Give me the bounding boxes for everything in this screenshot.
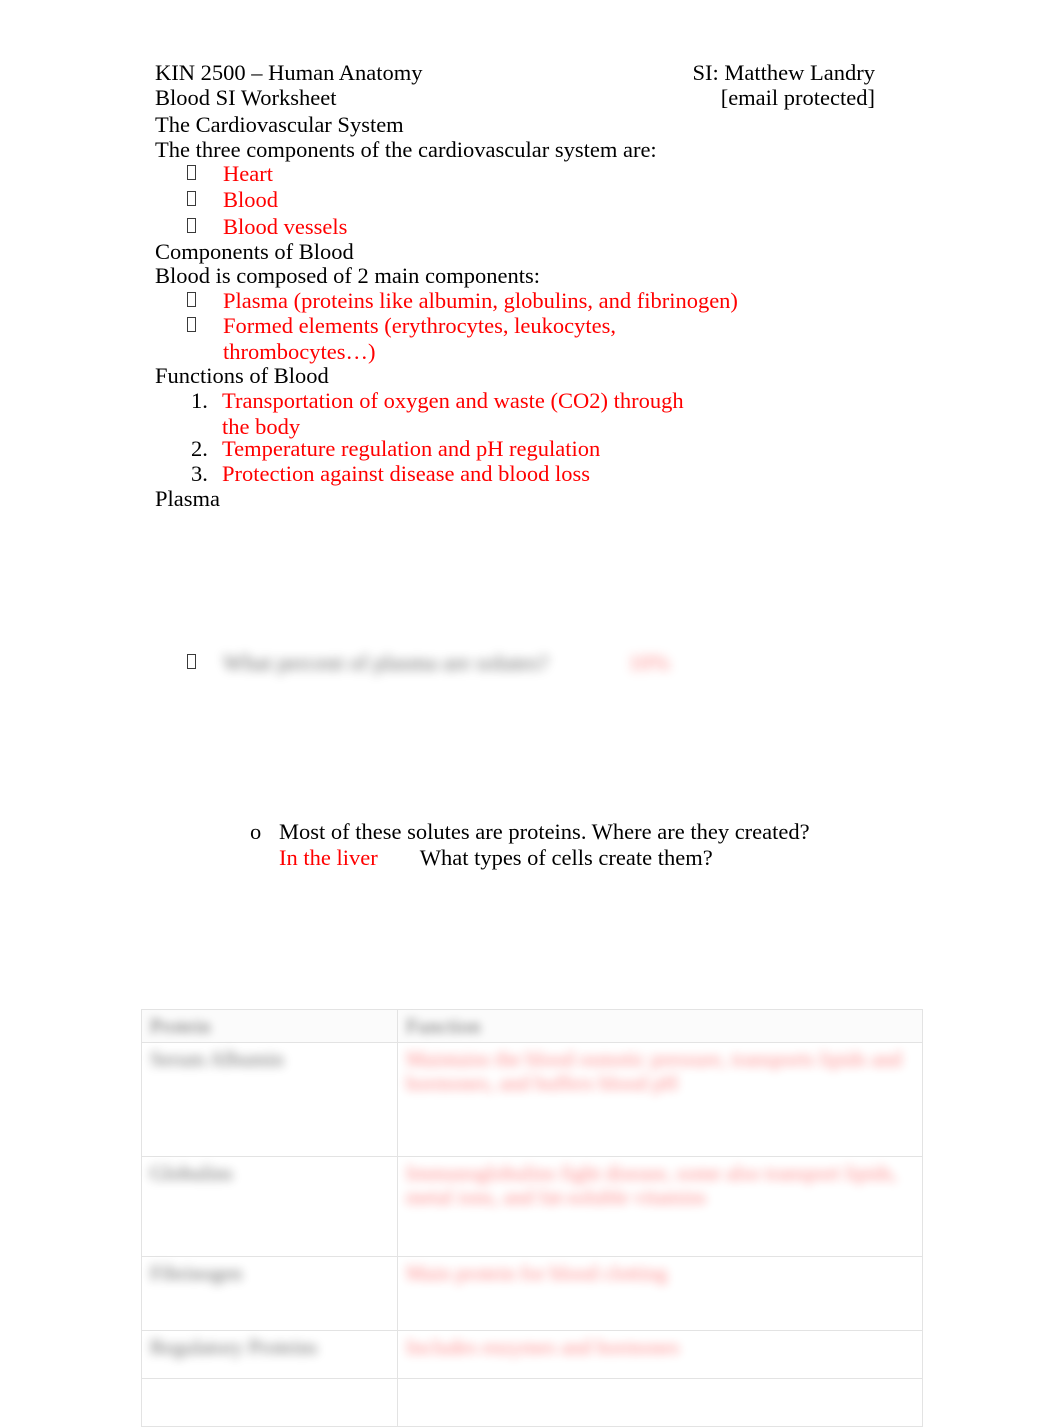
si-leader-name: SI: Matthew Landry (692, 60, 875, 85)
prompt-cardiovascular-components: The three components of the cardiovascul… (155, 137, 657, 162)
solutes-question: Most of these solutes are proteins. Wher… (279, 819, 839, 870)
protein-function: Main protein for blood clotting (406, 1261, 668, 1285)
answer-text: Blood (223, 187, 279, 212)
heading-plasma: Plasma (155, 486, 220, 511)
list-item: o Most of these solutes are proteins. Wh… (250, 819, 839, 870)
table-header-cell: Protein (141, 1009, 398, 1043)
list-item: Blood (187, 187, 278, 213)
header-row-2: Blood SI Worksheet [email protected] (155, 85, 875, 110)
protein-function: Maintains the blood osmotic pressure, tr… (406, 1047, 902, 1095)
table-cell-protein: Serum Albumin (141, 1042, 398, 1157)
missing-glyph-bullet-icon (187, 317, 196, 332)
table-row: Serum Albumin Maintains the blood osmoti… (141, 1042, 923, 1157)
redacted-question-line: What percent of plasma are solutes? 10% (187, 650, 670, 676)
protein-name: Fibrinogen (150, 1261, 243, 1285)
table-cell-protein: Fibrinogen (141, 1256, 398, 1331)
protein-name: Serum Albumin (150, 1047, 284, 1071)
column-header-function: Function (406, 1014, 481, 1038)
list-item: Heart (187, 161, 273, 187)
table-row (141, 1378, 923, 1427)
answer-text: Transportation of oxygen and waste (CO2)… (222, 388, 684, 439)
solutes-question-part2: What types of cells create them? (419, 844, 713, 870)
redacted-question-text: What percent of plasma are solutes? (223, 650, 549, 675)
list-item: 2. Temperature regulation and pH regulat… (191, 436, 600, 462)
protein-function: Includes enzymes and hormones (406, 1335, 680, 1359)
protein-name: Globulins (150, 1161, 233, 1185)
list-item: Plasma (proteins like albumin, globulins… (187, 288, 738, 314)
answer-text: Protection against disease and blood los… (222, 461, 591, 486)
table-cell-function: Immunoglobulins fight disease, some also… (397, 1156, 923, 1257)
header-row-1: KIN 2500 – Human Anatomy SI: Matthew Lan… (155, 60, 875, 85)
si-leader-email: [email protected] (720, 85, 875, 110)
table-row: Fibrinogen Main protein for blood clotti… (141, 1256, 923, 1331)
heading-functions-of-blood: Functions of Blood (155, 363, 329, 388)
list-item: Blood vessels (187, 214, 347, 240)
list-item: 3. Protection against disease and blood … (191, 461, 590, 487)
prompt-blood-components: Blood is composed of 2 main components: (155, 263, 540, 288)
answer-text: Plasma (proteins like albumin, globulins… (223, 288, 738, 313)
answer-text: Formed elements (erythrocytes, leukocyte… (223, 313, 617, 364)
table-header-cell: Function (397, 1009, 923, 1043)
missing-glyph-bullet-icon (187, 191, 196, 206)
missing-glyph-bullet-icon (187, 292, 196, 307)
list-marker: 2. (191, 436, 208, 461)
table-cell-function: Main protein for blood clotting (397, 1256, 923, 1331)
list-marker: 3. (191, 461, 208, 486)
heading-components-of-blood: Components of Blood (155, 239, 354, 264)
table-cell-function: Includes enzymes and hormones (397, 1330, 923, 1379)
solutes-answer: In the liver (279, 844, 378, 870)
plasma-protein-table: Protein Function Serum Albumin Maintains… (141, 1009, 923, 1427)
table-cell-function: Maintains the blood osmotic pressure, tr… (397, 1042, 923, 1157)
redacted-answer-text: 10% (628, 650, 670, 675)
heading-cardiovascular-system: The Cardiovascular System (155, 112, 404, 137)
list-item: 1. Transportation of oxygen and waste (C… (191, 388, 692, 439)
protein-function: Immunoglobulins fight disease, some also… (406, 1161, 898, 1209)
protein-name: Regulatory Proteins (150, 1335, 318, 1359)
table-cell-protein: Regulatory Proteins (141, 1330, 398, 1379)
list-marker: 1. (191, 388, 208, 413)
table-cell-function (397, 1378, 923, 1427)
document-page: KIN 2500 – Human Anatomy SI: Matthew Lan… (0, 0, 1062, 1427)
list-marker: o (250, 819, 262, 844)
answer-text: Heart (223, 161, 273, 186)
table-cell-protein: Globulins (141, 1156, 398, 1257)
worksheet-title: Blood SI Worksheet (155, 85, 337, 110)
answer-text: Blood vessels (223, 214, 348, 239)
missing-glyph-bullet-icon (187, 165, 196, 180)
answer-text: Temperature regulation and pH regulation (222, 436, 601, 461)
document-header: KIN 2500 – Human Anatomy SI: Matthew Lan… (155, 60, 875, 110)
column-header-protein: Protein (150, 1014, 211, 1038)
missing-glyph-bullet-icon (187, 654, 196, 669)
course-title: KIN 2500 – Human Anatomy (155, 60, 423, 85)
table-header-row: Protein Function (141, 1009, 923, 1043)
table-cell-protein (141, 1378, 398, 1427)
table-row: Globulins Immunoglobulins fight disease,… (141, 1156, 923, 1257)
list-item: Formed elements (erythrocytes, leukocyte… (187, 313, 623, 364)
solutes-question-part1: Most of these solutes are proteins. Wher… (279, 819, 810, 844)
table-row: Regulatory Proteins Includes enzymes and… (141, 1330, 923, 1379)
missing-glyph-bullet-icon (187, 218, 196, 233)
